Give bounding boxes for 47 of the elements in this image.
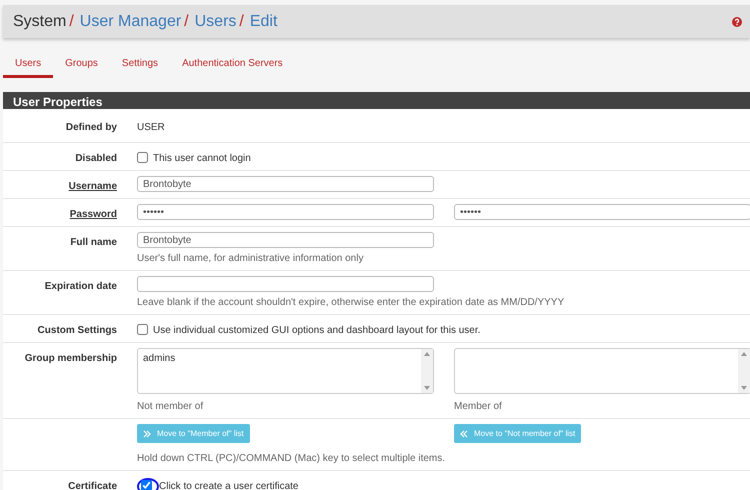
help-text: User's full name, for administrative information only — [137, 252, 364, 266]
input-field[interactable]: •••••• — [137, 204, 434, 220]
breadcrumb-separator: / — [69, 12, 74, 32]
scroll-up-icon[interactable] — [424, 352, 430, 356]
scrollbar[interactable] — [421, 349, 433, 393]
double-chevron-right-icon — [143, 430, 151, 438]
scroll-down-icon[interactable] — [741, 386, 747, 390]
tab[interactable]: Groups — [53, 56, 110, 78]
breadcrumb-separator: / — [239, 12, 244, 32]
input-field[interactable]: Brontobyte — [137, 176, 434, 192]
breadcrumb-separator: / — [184, 12, 189, 32]
help-icon[interactable] — [732, 16, 742, 26]
checkbox[interactable] — [141, 480, 152, 490]
scrollbar[interactable] — [738, 349, 750, 393]
checkbox-label[interactable]: This user cannot login — [153, 153, 251, 164]
field-label: Group membership — [24, 352, 117, 366]
scroll-down-icon[interactable] — [424, 386, 430, 390]
checkbox[interactable] — [137, 152, 148, 163]
breadcrumb-text: System — [13, 12, 66, 32]
field-label: Username — [68, 180, 117, 194]
panel-title: User Properties — [3, 92, 750, 109]
field-label: Custom Settings — [36, 324, 117, 338]
list-caption: Member of — [454, 400, 503, 414]
checkbox-label[interactable]: Use individual customized GUI options and dashboard layout for this user. — [153, 325, 480, 336]
list-option[interactable]: admins — [143, 351, 416, 366]
input-field[interactable]: •••••• — [454, 204, 750, 220]
tab[interactable]: Users — [3, 56, 54, 78]
field-label: Password — [68, 208, 117, 222]
help-text: Leave blank if the account shouldn't expire, otherwise enter the expiration date as MM/DD/YYYY — [137, 296, 566, 310]
checkbox-label[interactable]: Click to create a user certificate — [159, 481, 298, 490]
input-field[interactable] — [137, 276, 434, 292]
scroll-up-icon[interactable] — [741, 352, 747, 356]
tab[interactable]: Settings — [110, 56, 170, 78]
double-chevron-left-icon — [460, 430, 468, 438]
list-caption: Not member of — [137, 400, 204, 414]
checkbox[interactable] — [137, 324, 148, 335]
input-field[interactable]: Brontobyte — [137, 232, 434, 248]
field-label: Expiration date — [44, 280, 117, 294]
list-box[interactable]: admins — [137, 348, 434, 394]
tab[interactable]: Authentication Servers — [170, 56, 295, 78]
field-label: Full name — [69, 236, 117, 250]
field-label: Defined by — [64, 121, 117, 135]
field-label: Certificate — [67, 480, 117, 490]
field-value: USER — [137, 121, 166, 135]
field-label: Disabled — [74, 152, 117, 166]
list-box[interactable] — [454, 348, 750, 394]
help-text: Hold down CTRL (PC)/COMMAND (Mac) key to select multiple items. — [137, 452, 446, 466]
